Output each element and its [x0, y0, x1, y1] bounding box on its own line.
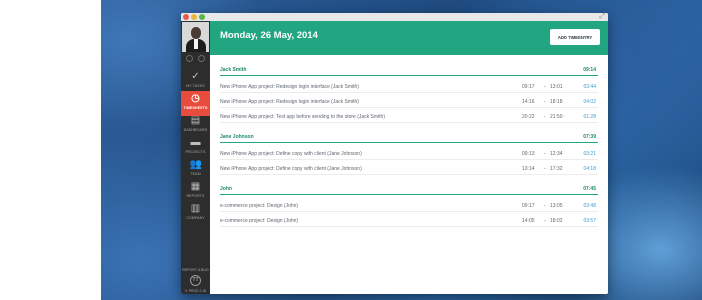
- expand-arrows-icon[interactable]: ⤢: [599, 13, 605, 21]
- table-row[interactable]: New iPhone App project: Redesign login i…: [220, 80, 598, 93]
- maximize-window-button[interactable]: [199, 14, 205, 20]
- sidebar-item-label: MY TASKS: [186, 84, 205, 88]
- app-window: ⤢ ✓ MY TASKS ◷ TIMESHEETS ▤ DASHBOARD ▬ PROJECT…: [181, 13, 608, 294]
- time-separator: -: [544, 218, 546, 224]
- entry-description: New iPhone App project: Define copy with…: [220, 166, 362, 172]
- sidebar-item-company[interactable]: ▥ COMPANY: [181, 201, 210, 226]
- sidebar-item-label: PROJECTS: [185, 150, 206, 154]
- sidebar-back-icon[interactable]: [186, 55, 193, 62]
- entry-end-time: 18:18: [550, 99, 563, 105]
- sidebar: ✓ MY TASKS ◷ TIMESHEETS ▤ DASHBOARD ▬ PROJECTS 👥…: [181, 21, 210, 294]
- sidebar-item-label: TEAM: [190, 172, 201, 176]
- time-separator: -: [544, 114, 546, 120]
- entry-start-time: 14:05: [522, 218, 535, 224]
- group-total: 09:14: [583, 67, 596, 73]
- folder-icon: ▬: [190, 137, 201, 148]
- sidebar-item-label: COMPANY: [186, 216, 205, 220]
- entry-end-time: 13:05: [550, 203, 563, 209]
- group-total: 07:39: [583, 134, 596, 140]
- version-label: V. PROD 2.18: [184, 289, 207, 293]
- checkmark-icon: ✓: [191, 71, 200, 82]
- stopwatch-icon: ◷: [191, 93, 200, 104]
- entry-start-time: 09:17: [522, 203, 535, 209]
- table-row[interactable]: e-commerce project: Design (John) 09:17 -1…: [220, 199, 598, 212]
- entry-duration: 03:57: [583, 218, 596, 224]
- sidebar-controls: [181, 54, 210, 65]
- entry-duration: 03:48: [583, 203, 596, 209]
- entry-start-time: 13:14: [522, 166, 535, 172]
- entry-end-time: 12:34: [550, 151, 563, 157]
- table-row[interactable]: New iPhone App project: Define copy with…: [220, 147, 598, 160]
- table-row[interactable]: New iPhone App project: Redesign login i…: [220, 95, 598, 108]
- entry-end-time: 21:50: [550, 114, 563, 120]
- entry-start-time: 14:16: [522, 99, 535, 105]
- team-icon: 👥: [189, 159, 202, 170]
- page-title: Monday, 26 May, 2014: [220, 30, 318, 41]
- header-bar: Monday, 26 May, 2014 ADD TIMEENTRY: [210, 21, 608, 55]
- group-name: John: [220, 186, 232, 192]
- entry-duration: 01:28: [583, 114, 596, 120]
- entry-duration: 03:44: [583, 84, 596, 90]
- entry-end-time: 18:02: [550, 218, 563, 224]
- entry-description: New iPhone App project: Redesign login i…: [220, 84, 359, 90]
- table-row[interactable]: e-commerce project: Design (John) 14:05 -1…: [220, 214, 598, 227]
- group-name: Jack Smith: [220, 67, 247, 73]
- title-bar[interactable]: ⤢: [181, 13, 608, 21]
- group-name: Jane Johnson: [220, 134, 254, 140]
- group-header: John 07:45: [220, 184, 598, 195]
- entry-description: e-commerce project: Design (John): [220, 218, 299, 224]
- sidebar-item-label: DASHBOARD: [183, 128, 208, 132]
- dashboard-icon: ▤: [190, 115, 201, 126]
- sidebar-item-label: TIMESHEETS: [183, 106, 208, 110]
- time-separator: -: [544, 151, 546, 157]
- minimize-window-button[interactable]: [191, 14, 197, 20]
- sidebar-item-label: REPORTS: [186, 194, 205, 198]
- entry-description: New iPhone App project: Redesign login i…: [220, 99, 359, 105]
- group-header: Jack Smith 09:14: [220, 65, 598, 76]
- avatar[interactable]: [182, 22, 209, 52]
- entry-description: New iPhone App project: Define copy with…: [220, 151, 362, 157]
- entry-end-time: 13:01: [550, 84, 563, 90]
- entry-duration: 03:21: [583, 151, 596, 157]
- entry-duration: 04:18: [583, 166, 596, 172]
- group-header: Jane Johnson 07:39: [220, 132, 598, 143]
- time-separator: -: [544, 84, 546, 90]
- time-separator: -: [544, 99, 546, 105]
- reports-icon: ▦: [190, 181, 201, 192]
- time-separator: -: [544, 203, 546, 209]
- group-total: 07:45: [583, 186, 596, 192]
- close-window-button[interactable]: [183, 14, 189, 20]
- entry-start-time: 09:17: [522, 84, 535, 90]
- time-separator: -: [544, 166, 546, 172]
- sidebar-settings-icon[interactable]: [198, 55, 205, 62]
- bug-report-icon[interactable]: TT: [190, 275, 201, 286]
- main-content: Monday, 26 May, 2014 ADD TIMEENTRY Jack …: [210, 21, 608, 294]
- entry-description: e-commerce project: Design (John): [220, 203, 299, 209]
- entry-start-time: 20:22: [522, 114, 535, 120]
- entry-start-time: 09:13: [522, 151, 535, 157]
- table-row[interactable]: New iPhone App project: Test app before …: [220, 110, 598, 123]
- entry-end-time: 17:32: [550, 166, 563, 172]
- report-bug-link[interactable]: REPORT A BUG: [181, 268, 210, 272]
- add-timeentry-button[interactable]: ADD TIMEENTRY: [550, 29, 600, 45]
- table-row[interactable]: New iPhone App project: Define copy with…: [220, 162, 598, 175]
- entry-description: New iPhone App project: Test app before …: [220, 114, 385, 120]
- building-icon: ▥: [190, 203, 201, 214]
- entry-duration: 04:02: [583, 99, 596, 105]
